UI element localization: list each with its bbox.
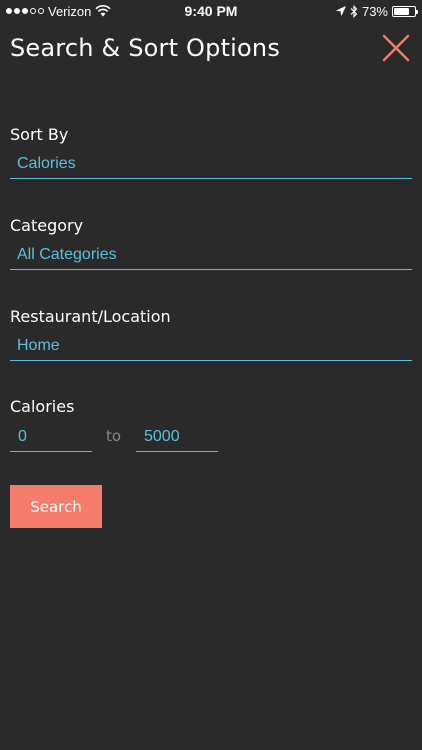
calories-max-input[interactable]: 5000: [136, 422, 218, 452]
wifi-icon: [95, 5, 111, 17]
battery-percent: 73%: [361, 3, 388, 19]
status-bar: Verizon 9:40 PM 73%: [0, 0, 422, 22]
category-select[interactable]: All Categories: [10, 240, 412, 270]
restaurant-select[interactable]: Home: [10, 331, 412, 361]
signal-strength-icon: [6, 8, 44, 14]
status-right: 73%: [335, 3, 418, 19]
close-icon[interactable]: [380, 32, 412, 64]
restaurant-label: Restaurant/Location: [10, 307, 171, 326]
battery-icon: [392, 5, 418, 17]
location-arrow-icon: [335, 6, 346, 16]
calories-label: Calories: [10, 397, 75, 416]
category-label: Category: [10, 216, 84, 235]
calories-min-input[interactable]: 0: [10, 422, 92, 452]
search-button[interactable]: Search: [10, 485, 102, 528]
calories-range-separator: to: [106, 427, 122, 445]
bluetooth-icon: [350, 4, 358, 18]
sort-by-select[interactable]: Calories: [10, 149, 412, 179]
sort-by-label: Sort By: [10, 125, 69, 144]
carrier-name: Verizon: [48, 3, 92, 19]
status-left: Verizon: [6, 4, 111, 19]
battery-fill: [394, 7, 409, 15]
page-title: Search & Sort Options: [10, 34, 281, 62]
